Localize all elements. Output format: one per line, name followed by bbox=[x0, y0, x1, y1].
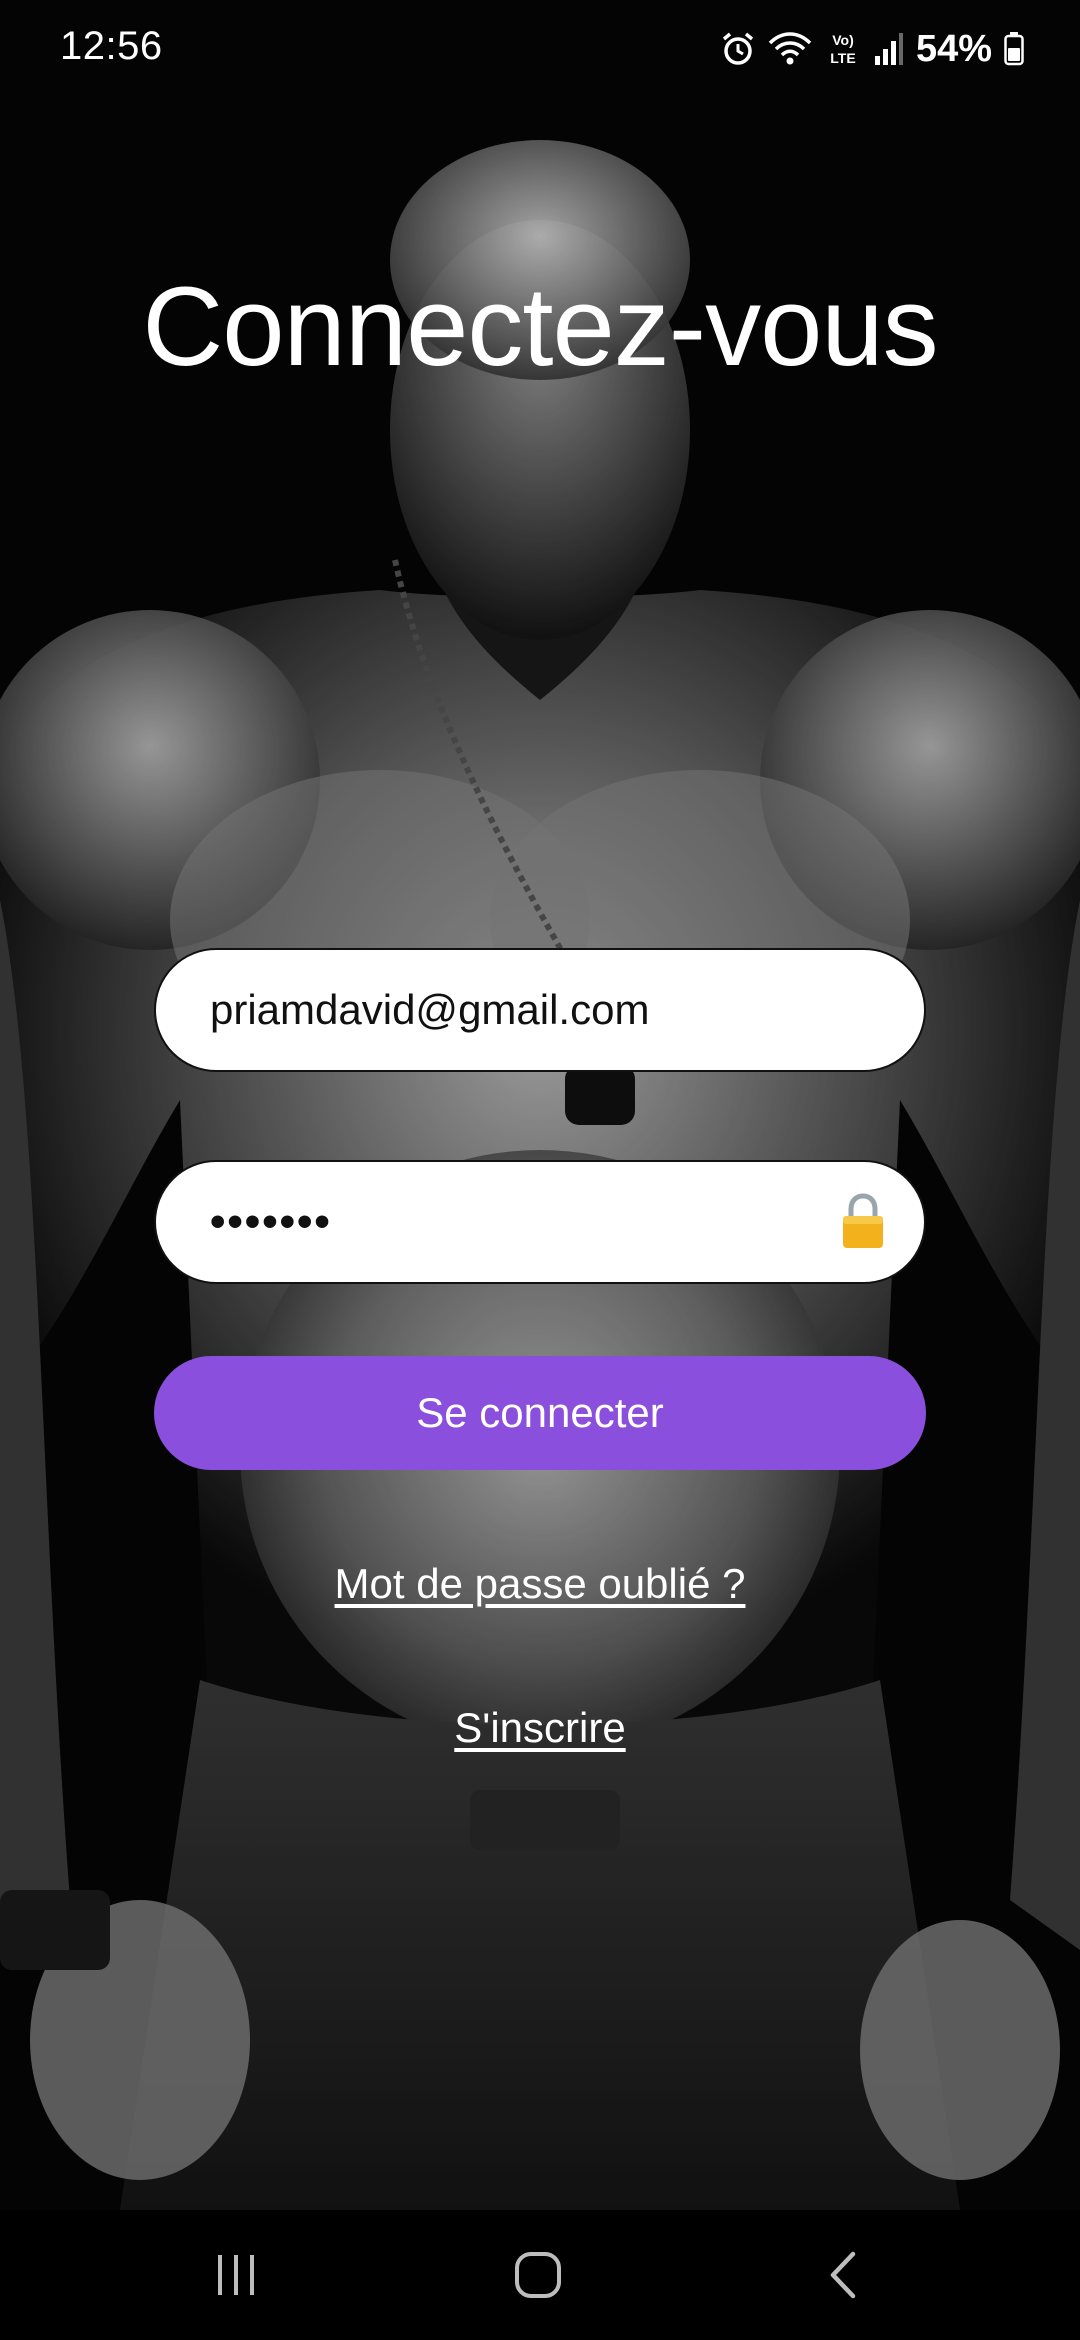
password-field-container[interactable] bbox=[154, 1160, 926, 1284]
lte-label: LTE bbox=[830, 50, 855, 66]
wifi-icon bbox=[768, 31, 812, 67]
page-title: Connectez-vous bbox=[142, 264, 938, 389]
recents-icon[interactable] bbox=[176, 2210, 296, 2340]
back-icon[interactable] bbox=[782, 2210, 902, 2340]
volte-label: Vo) bbox=[832, 32, 854, 48]
battery-percent: 54% bbox=[915, 27, 992, 70]
login-screen: 12:56 Vo) LTE 54% Connectez-vous priamda… bbox=[0, 0, 1080, 2340]
home-icon[interactable] bbox=[478, 2210, 598, 2340]
status-time: 12:56 bbox=[60, 24, 163, 68]
navigation-bar bbox=[0, 2210, 1080, 2340]
forgot-password-link[interactable]: Mot de passe oublié ? bbox=[0, 1560, 1080, 1608]
login-button[interactable]: Se connecter bbox=[154, 1356, 926, 1470]
status-icons: Vo) LTE 54% bbox=[720, 24, 1024, 74]
password-field[interactable] bbox=[156, 1197, 924, 1247]
signup-link[interactable]: S'inscrire bbox=[0, 1704, 1080, 1752]
email-field-container[interactable] bbox=[154, 948, 926, 1072]
alarm-icon bbox=[720, 31, 756, 67]
signal-icon bbox=[874, 32, 904, 66]
lock-icon bbox=[840, 1192, 886, 1252]
email-field[interactable] bbox=[156, 986, 924, 1034]
volte-lte-icon: Vo) LTE bbox=[824, 29, 862, 69]
status-bar: 12:56 Vo) LTE 54% bbox=[0, 0, 1080, 100]
battery-icon bbox=[1004, 32, 1024, 66]
